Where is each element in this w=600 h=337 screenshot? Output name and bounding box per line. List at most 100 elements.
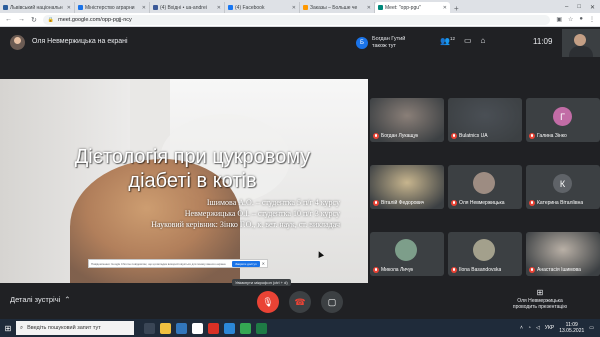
slide-title: Дієтологія при цукровому діабеті в котів xyxy=(50,145,335,193)
leave-call-button[interactable]: ☎ xyxy=(289,291,311,313)
tab-label: Львівський національн xyxy=(10,4,63,11)
also-here-chip[interactable]: Б Богдан Гутий також тут xyxy=(356,33,426,53)
store-icon[interactable] xyxy=(192,322,203,334)
participant-name-row: Віталій Федорович xyxy=(373,200,441,206)
profile-icon[interactable]: ● xyxy=(579,16,583,23)
file-explorer-icon[interactable] xyxy=(160,322,171,334)
close-window-button[interactable]: ✕ xyxy=(590,4,595,11)
minimize-button[interactable]: – xyxy=(565,4,568,11)
url-text: meet.google.com/opp-pgjj-ncy xyxy=(58,16,132,23)
chrome-icon[interactable] xyxy=(240,322,251,334)
excel-icon[interactable] xyxy=(256,322,267,334)
participant-photo-avatar xyxy=(473,172,495,194)
tab-close-icon[interactable]: ✕ xyxy=(217,5,221,11)
participant-name: Микола Личук xyxy=(381,267,414,273)
participant-name: Катерина Віталіївна xyxy=(537,200,584,206)
participant-initial-avatar: К xyxy=(553,174,572,193)
muted-mic-icon xyxy=(451,200,457,206)
participant-name: Bulatnics UA xyxy=(459,133,488,139)
new-tab-button[interactable]: + xyxy=(450,4,463,13)
meet-top-icons: 👥12 ▭ ⌂ xyxy=(440,36,485,46)
muted-mic-icon xyxy=(373,200,379,206)
language-indicator[interactable]: УКР xyxy=(545,325,554,331)
browser-tab[interactable]: Meet: "opp-pgu" ✕ xyxy=(375,2,450,13)
participant-tile[interactable]: Bulatnics UA xyxy=(448,98,522,142)
tray-chevron-icon[interactable]: ˄ xyxy=(520,325,523,331)
browser-tab[interactable]: (4) Facebook ✕ xyxy=(225,2,300,13)
tab-close-icon[interactable]: ✕ xyxy=(67,5,71,11)
tab-favicon-icon xyxy=(78,5,83,10)
windows-taskbar: ⊞ ⌕ Введіть пошуковий запит тут ˄ ◔ ◁ УК… xyxy=(0,319,600,337)
participant-tile[interactable]: Анастасія Ішимова xyxy=(526,232,600,276)
word-icon[interactable] xyxy=(224,322,235,334)
volume-icon[interactable]: ◁ xyxy=(536,325,540,331)
windows-start-icon[interactable]: ⊞ xyxy=(0,319,16,337)
participant-tile[interactable]: Микола Личук xyxy=(370,232,444,276)
stop-sharing-button[interactable]: Закрити доступ xyxy=(232,260,260,267)
tab-close-icon[interactable]: ✕ xyxy=(367,5,371,11)
camera-in-use-icon[interactable]: ▣ xyxy=(556,16,562,23)
meeting-details-label: Деталі зустрічі xyxy=(10,295,61,304)
url-field[interactable]: 🔒 meet.google.com/opp-pgjj-ncy xyxy=(42,14,551,25)
menu-dots-icon[interactable]: ⋮ xyxy=(589,16,595,23)
screen-share-notice-text: Повідомлення: Google Chrome повідомляє, … xyxy=(91,261,226,266)
participant-tile[interactable]: Ilona Basandovska xyxy=(448,232,522,276)
presenter-avatar xyxy=(10,35,25,50)
screen: Львівський національн ✕ Міністерство аграр… xyxy=(0,0,600,337)
participant-tile[interactable]: Богдан Лукащук xyxy=(370,98,444,142)
browser-tab[interactable]: Львівський національн ✕ xyxy=(0,2,75,13)
participant-initial-avatar: Г xyxy=(553,107,572,126)
star-icon[interactable]: ☆ xyxy=(568,16,573,23)
tab-close-icon[interactable]: ✕ xyxy=(142,5,146,11)
chat-icon[interactable]: ▭ xyxy=(464,36,472,45)
network-icon[interactable]: ◔ xyxy=(528,325,531,331)
window-controls: – □ ✕ xyxy=(565,4,600,13)
opera-icon[interactable] xyxy=(208,322,219,334)
maximize-button[interactable]: □ xyxy=(577,4,581,11)
participant-photo-avatar xyxy=(473,239,495,261)
tab-label: (4) Facebook xyxy=(235,4,265,11)
tab-close-icon[interactable]: ✕ xyxy=(443,5,447,11)
activities-icon[interactable]: ⌂ xyxy=(481,36,486,45)
meet-control-bar: Деталі зустрічі ⌃ Увімкнути мікрофон (ct… xyxy=(0,279,600,319)
forward-arrow-icon[interactable]: → xyxy=(18,16,25,23)
notifications-icon[interactable]: ▭ xyxy=(589,325,594,331)
meeting-details-button[interactable]: Деталі зустрічі ⌃ xyxy=(10,295,71,304)
slide-title-line-1: Дієтологія при цукровому xyxy=(74,146,311,168)
hang-up-icon: ☎ xyxy=(294,296,306,307)
participants-count: 12 xyxy=(449,36,455,41)
participant-name-row: Ilona Basandovska xyxy=(451,267,519,273)
muted-mic-icon xyxy=(451,133,457,139)
mail-icon[interactable] xyxy=(176,322,187,334)
task-view-icon[interactable] xyxy=(144,322,155,334)
taskbar-clock[interactable]: 11:09 13.05.2021 xyxy=(559,322,584,334)
camera-toggle-button[interactable]: ▢ xyxy=(321,291,343,313)
presenting-indicator[interactable]: ⊞ Оля Невмержицька проводить презентацію xyxy=(505,289,575,311)
browser-tab[interactable]: Заказы – Больше че ✕ xyxy=(300,2,375,13)
address-bar: ← → ↻ 🔒 meet.google.com/opp-pgjj-ncy ▣ ☆… xyxy=(0,13,600,27)
tab-close-icon[interactable]: ✕ xyxy=(292,5,296,11)
browser-tab[interactable]: (4) Вхідні • ua-andrei ✕ xyxy=(150,2,225,13)
participant-name-row: Галина Зінко xyxy=(529,133,597,139)
people-icon[interactable]: 👥12 xyxy=(440,36,455,46)
participant-tile[interactable]: Віталій Федорович xyxy=(370,165,444,209)
self-view-thumbnail[interactable] xyxy=(562,29,600,57)
close-notice-icon[interactable]: ✕ xyxy=(262,261,265,266)
slide-authors: Ішимова А.О. – студентка 5 п/г 4 курсу Н… xyxy=(80,197,340,230)
muted-mic-icon xyxy=(373,267,379,273)
participant-tile[interactable]: Оля Невмержицька xyxy=(448,165,522,209)
participant-name: Галина Зінко xyxy=(537,133,567,139)
search-icon: ⌕ xyxy=(20,324,24,331)
microphone-toggle-button[interactable]: 🎙 xyxy=(257,291,279,313)
browser-tab[interactable]: Міністерство аграрни ✕ xyxy=(75,2,150,13)
reload-icon[interactable]: ↻ xyxy=(31,16,37,24)
participant-name: Богдан Лукащук xyxy=(381,133,419,139)
back-arrow-icon[interactable]: ← xyxy=(5,16,12,23)
camera-icon: ▢ xyxy=(327,296,337,307)
participant-name-row: Катерина Віталіївна xyxy=(529,200,597,206)
meet-header: Оля Невмержицька на екрані Б Богдан Гути… xyxy=(0,27,600,59)
slide-author-1: Ішимова А.О. – студентка 5 п/г 4 курсу xyxy=(206,198,340,207)
taskbar-search-field[interactable]: ⌕ Введіть пошуковий запит тут xyxy=(16,321,134,335)
participant-tile[interactable]: К Катерина Віталіївна xyxy=(526,165,600,209)
participant-tile[interactable]: Г Галина Зінко xyxy=(526,98,600,142)
